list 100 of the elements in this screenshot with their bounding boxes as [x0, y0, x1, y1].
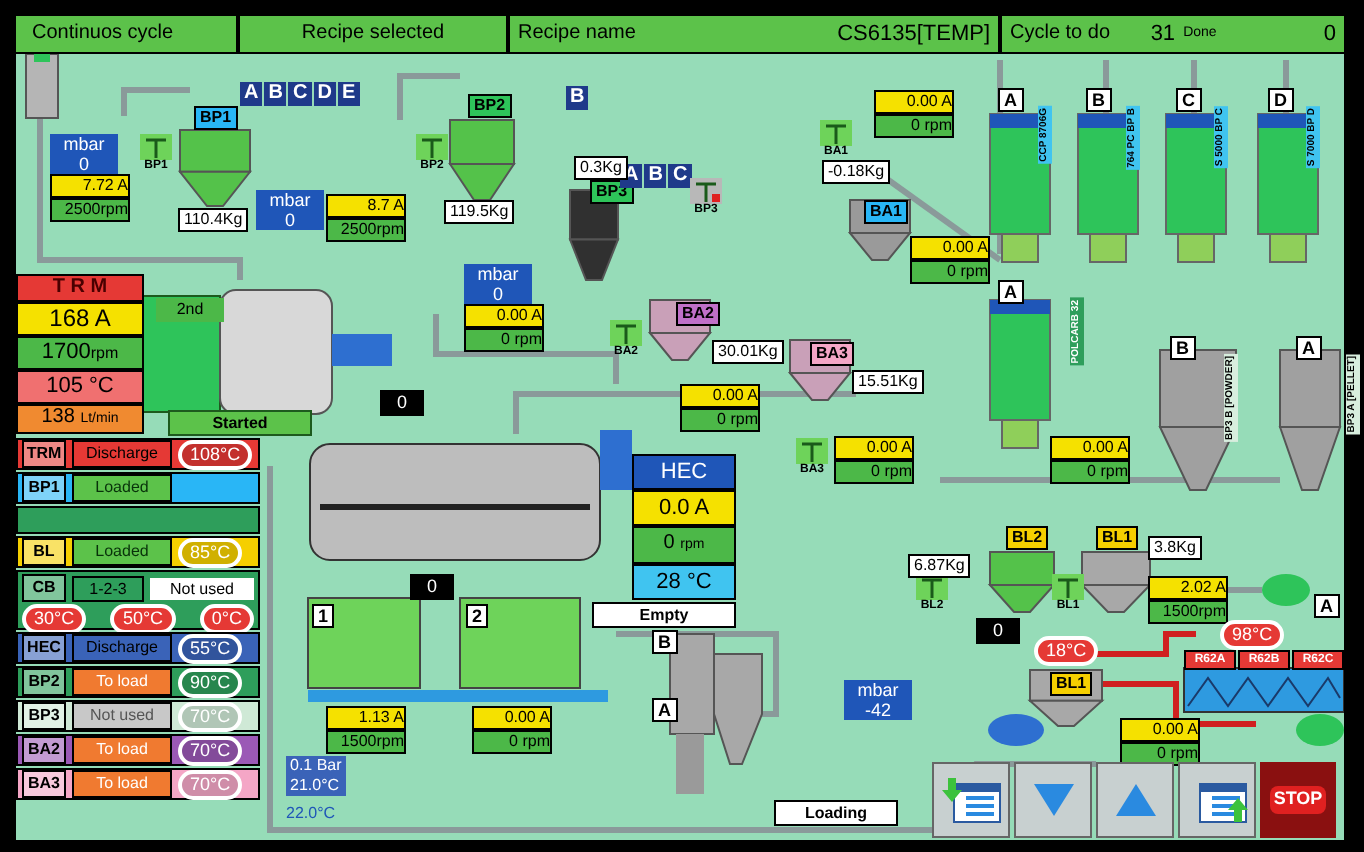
- marker-label: B: [652, 630, 677, 654]
- valve-label: E: [337, 82, 360, 106]
- device-tag: BP2: [22, 668, 66, 696]
- valve-label: C: [668, 164, 692, 188]
- current-reading: 0.00 A: [472, 706, 552, 730]
- weight-reading: 110.4Kg: [178, 208, 249, 232]
- cycle-count: 31: [1150, 20, 1176, 50]
- equipment-tag: BA2: [676, 302, 721, 326]
- load-list-button[interactable]: [932, 762, 1010, 838]
- marker-label: B: [1086, 88, 1111, 112]
- field-label: Recipe name: [518, 20, 636, 48]
- current-reading: 1.13 A: [326, 706, 406, 730]
- heating-pipe: [1096, 631, 1196, 657]
- marker-label: A: [1314, 594, 1339, 618]
- device-tag: BL: [22, 538, 66, 566]
- hopper-drawing: [448, 119, 516, 201]
- counter-display: 0: [976, 618, 1020, 644]
- state-label: Empty: [592, 602, 736, 628]
- valve-label: D: [313, 82, 336, 106]
- field-label: Cycle to do: [1010, 20, 1113, 48]
- ambient-temperature-reading: 22.0°C: [286, 804, 336, 824]
- motor-drawing: [988, 714, 1044, 746]
- equipment-tag: BL2: [1006, 526, 1049, 550]
- speed-reading: 2500rpm: [326, 218, 406, 242]
- device-tag: BA3: [22, 770, 66, 798]
- feeder-drawing: [25, 54, 59, 119]
- current-reading: 0.00 A: [910, 236, 990, 260]
- status-label: Discharge: [72, 440, 172, 468]
- current-reading: 0.00 A: [464, 304, 544, 328]
- current-reading: 8.7 A: [326, 194, 406, 218]
- temperature-reading: 98°C: [1220, 620, 1285, 650]
- vacuum-reading: -42: [864, 700, 891, 720]
- status-label: To load: [72, 668, 172, 696]
- done-count: 0: [1323, 20, 1336, 50]
- weight-reading: 3.8Kg: [1148, 536, 1202, 560]
- weight-reading: -0.18Kg: [822, 160, 891, 184]
- speed-reading: 0 rpm: [910, 260, 990, 284]
- temperature-reading: 70°C: [178, 701, 243, 731]
- scroll-up-button[interactable]: [1096, 762, 1174, 838]
- temperature-reading: 28 °C: [632, 564, 736, 600]
- temperature-reading: 90°C: [178, 667, 243, 697]
- valve-label: C: [288, 82, 312, 106]
- valve-label: B: [644, 164, 667, 188]
- speed-reading: 0 rpm: [472, 730, 552, 754]
- status-label: Loaded: [72, 474, 172, 502]
- marker-label: C: [1176, 88, 1201, 112]
- status-label: Loaded: [72, 538, 172, 566]
- sequence-label: 1-2-3: [72, 575, 144, 601]
- temperature-reading: 21.0°C: [290, 776, 342, 796]
- valve-label: B: [264, 82, 287, 106]
- marker-label: A: [998, 280, 1023, 304]
- scroll-down-button[interactable]: [1014, 762, 1092, 838]
- speed-reading: 1500rpm: [1148, 600, 1228, 624]
- equipment-tag: BP2: [468, 94, 512, 118]
- temperature-reading: 50°C: [110, 604, 176, 634]
- device-tag: TRM: [22, 440, 66, 468]
- vacuum-reading: 0: [492, 284, 503, 304]
- trm-title: T R M: [16, 274, 144, 302]
- status-label: Discharge: [72, 634, 172, 662]
- current-reading: 2.02 A: [1148, 576, 1228, 600]
- marker-label: D: [1268, 88, 1293, 112]
- unit-label: mbar: [857, 680, 899, 700]
- weight-reading: 6.87Kg: [908, 554, 971, 578]
- speed-reading: 0 rpm: [680, 408, 760, 432]
- hopper-drawing: [1079, 551, 1153, 613]
- equipment-tag: BA1: [864, 200, 909, 224]
- marker-label: A: [998, 88, 1023, 112]
- current-reading: 0.00 A: [1050, 436, 1130, 460]
- temperature-reading: 0°C: [199, 604, 254, 634]
- temperature-reading: 30°C: [22, 604, 87, 634]
- list-arrow-icon: [941, 776, 1001, 824]
- temperature-reading: 18°C: [1034, 636, 1099, 666]
- current-reading: 168 A: [16, 302, 144, 336]
- current-reading: 7.72 A: [50, 174, 130, 198]
- stop-button[interactable]: STOP: [1260, 762, 1336, 838]
- save-list-button[interactable]: [1178, 762, 1256, 838]
- equipment-tag: BP1: [194, 106, 238, 130]
- hopper-drawing: [177, 129, 253, 207]
- weight-reading: 119.5Kg: [444, 200, 515, 224]
- speed-reading: 0 rpm: [1050, 460, 1130, 484]
- up-triangle-icon: [1113, 782, 1157, 818]
- note-label: Not used: [150, 577, 254, 599]
- state-label: Started: [168, 410, 312, 436]
- hopper-drawing: [987, 551, 1057, 613]
- speed-reading: 1700rpm: [16, 336, 144, 370]
- status-label: To load: [72, 770, 172, 798]
- current-reading: 0.0 A: [632, 490, 736, 526]
- temperature-reading: 70°C: [178, 735, 243, 765]
- counter-display: 0: [410, 574, 454, 600]
- device-tag: BA2: [22, 736, 66, 764]
- current-reading: 0.00 A: [1120, 718, 1200, 742]
- weight-reading: 15.51Kg: [852, 370, 924, 394]
- speed-reading: 0 rpm: [834, 460, 914, 484]
- recipe-selected-label: Recipe selected: [240, 16, 506, 52]
- pump-drawing: [1262, 574, 1310, 606]
- vacuum-reading: 0: [284, 210, 295, 230]
- state-label: Loading: [774, 800, 898, 826]
- unit-label: mbar: [477, 264, 519, 284]
- marker-label: B: [1170, 336, 1195, 360]
- valve-label: B: [566, 86, 589, 110]
